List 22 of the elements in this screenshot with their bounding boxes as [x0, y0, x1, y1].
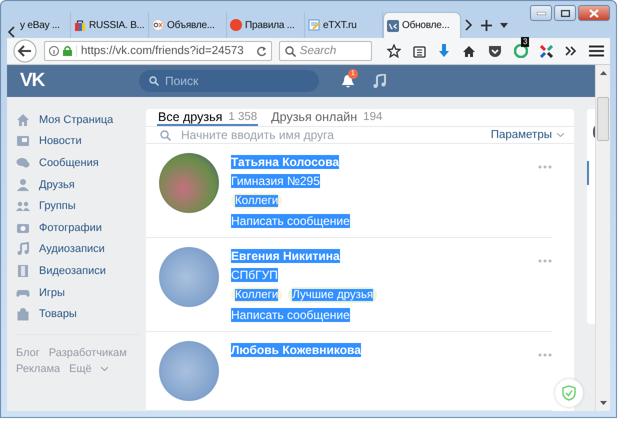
- friend-count: 194: [363, 110, 382, 123]
- sidebar-item[interactable]: Фотографии: [16, 216, 139, 239]
- notification-badge: 3: [521, 37, 530, 47]
- browser-tab[interactable]: Обновле...: [383, 12, 461, 38]
- search-field[interactable]: Search: [278, 41, 372, 61]
- sidebar-item[interactable]: Сообщения: [16, 152, 139, 174]
- sidebar-item[interactable]: Новости: [16, 130, 139, 152]
- parameters-dropdown[interactable]: Параметры: [490, 129, 564, 142]
- sidebar-item[interactable]: Друзья: [16, 174, 139, 196]
- sidebar-item[interactable]: Моя Страница: [16, 109, 139, 131]
- friend-school: Гимназия №295: [231, 174, 320, 188]
- friends-tab[interactable]: Друзья онлайн 194: [270, 109, 384, 126]
- address-bar[interactable]: https://vk.com/friends?id=24573: [44, 41, 272, 61]
- friend-count: 1 358: [228, 110, 258, 123]
- sidebar-item[interactable]: Товары: [16, 303, 139, 325]
- sidebar-item[interactable]: Игры: [16, 282, 139, 304]
- friends-tab[interactable]: Все друзья 1 358: [157, 109, 258, 126]
- friend-school: СПбГУП: [231, 268, 278, 282]
- sidebar-item[interactable]: Группы: [16, 195, 139, 217]
- sidebar-item[interactable]: Аудиозаписи: [16, 238, 139, 260]
- sidebar-item[interactable]: Видеозаписи: [16, 260, 139, 282]
- vk-logo[interactable]: VK: [20, 70, 139, 92]
